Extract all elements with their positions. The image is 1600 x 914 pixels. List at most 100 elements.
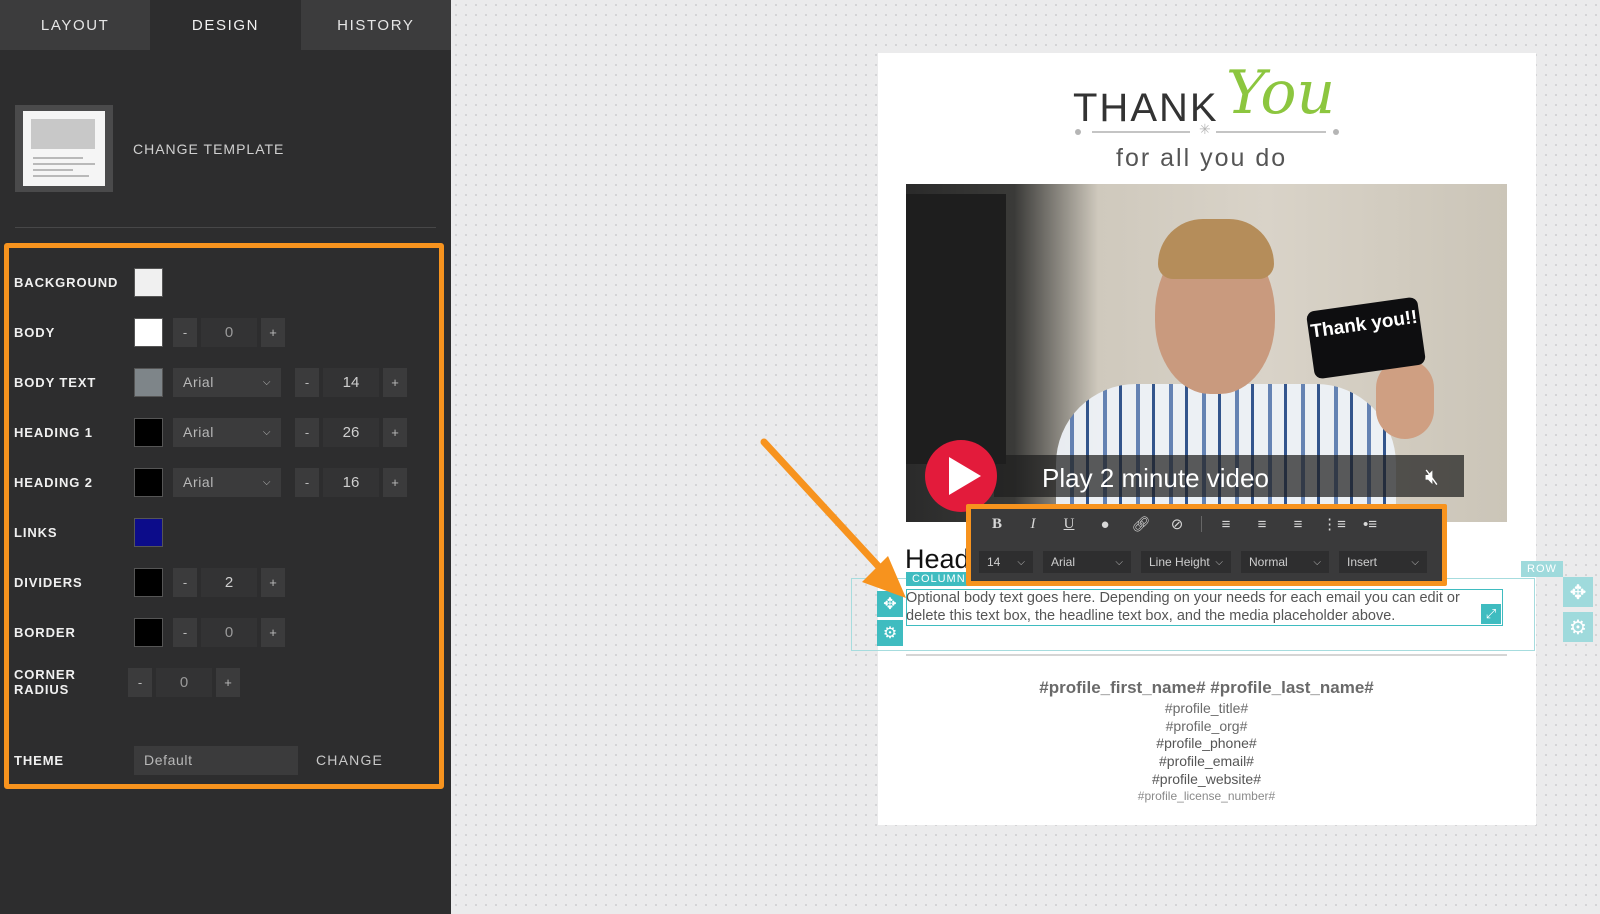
- tab-layout[interactable]: LAYOUT: [0, 0, 151, 50]
- tab-history[interactable]: HISTORY: [300, 0, 451, 50]
- heading2-font-select[interactable]: Arial ⌵: [173, 467, 281, 497]
- template-thumbnail[interactable]: [15, 105, 113, 192]
- tab-design[interactable]: DESIGN: [150, 0, 301, 50]
- italic-button[interactable]: I: [1015, 516, 1051, 533]
- person-shirt: [1056, 384, 1396, 522]
- play-button[interactable]: [925, 440, 997, 512]
- link-icon[interactable]: 🔗︎: [1123, 515, 1159, 533]
- paragraph-style-select[interactable]: Normal ⌵: [1241, 551, 1329, 573]
- body-color-swatch[interactable]: [134, 317, 163, 347]
- heading2-row: HEADING 2 Arial ⌵ - 16 +: [14, 466, 407, 498]
- body-text-font-select[interactable]: Arial ⌵: [173, 367, 281, 397]
- border-value[interactable]: 0: [201, 617, 257, 647]
- dividers-value[interactable]: 2: [201, 567, 257, 597]
- change-template-link[interactable]: CHANGE TEMPLATE: [133, 141, 284, 157]
- background-row: BACKGROUND: [14, 266, 173, 298]
- border-color-swatch[interactable]: [134, 617, 163, 647]
- theme-change-button[interactable]: CHANGE: [316, 752, 383, 768]
- muted-speaker-icon[interactable]: 🔇︎: [1425, 464, 1439, 490]
- heading2-minus-button[interactable]: -: [295, 467, 319, 497]
- row-gear-icon[interactable]: ⚙: [1563, 612, 1593, 642]
- insert-select[interactable]: Insert ⌵: [1339, 551, 1427, 573]
- align-left-icon[interactable]: ≡: [1208, 516, 1244, 533]
- dividers-color-swatch[interactable]: [134, 567, 163, 597]
- dividers-plus-button[interactable]: +: [261, 567, 285, 597]
- body-row: BODY - 0 +: [14, 316, 285, 348]
- corner-radius-value[interactable]: 0: [156, 667, 212, 697]
- unlink-icon[interactable]: ⊘: [1159, 515, 1195, 533]
- body-value[interactable]: 0: [201, 317, 257, 347]
- resize-icon[interactable]: ⤢: [1481, 604, 1501, 624]
- chevron-down-icon: ⌵: [262, 476, 271, 488]
- body-text-box[interactable]: Optional body text goes here. Depending …: [906, 590, 1502, 625]
- column-move-icon[interactable]: ✥: [877, 591, 903, 617]
- font-size-select[interactable]: 14 ⌵: [979, 551, 1033, 573]
- body-plus-button[interactable]: +: [261, 317, 285, 347]
- corner-radius-row: CORNER RADIUS - 0 +: [14, 666, 240, 698]
- underline-button[interactable]: U: [1051, 516, 1087, 533]
- video-thumbnail[interactable]: Thank you!! Play 2 minute video 🔇︎: [906, 184, 1507, 522]
- row-move-icon[interactable]: ✥: [1563, 577, 1593, 607]
- video-caption: Play 2 minute video: [1042, 463, 1269, 493]
- corner-radius-minus-button[interactable]: -: [128, 667, 152, 697]
- links-row: LINKS: [14, 516, 173, 548]
- font-family-select[interactable]: Arial ⌵: [1043, 551, 1131, 573]
- links-label: LINKS: [14, 524, 58, 540]
- heading1-color-swatch[interactable]: [134, 417, 163, 447]
- dividers-minus-button[interactable]: -: [173, 567, 197, 597]
- background-color-swatch[interactable]: [134, 267, 163, 297]
- border-stepper: - 0 +: [173, 617, 285, 647]
- body-minus-button[interactable]: -: [173, 317, 197, 347]
- heading2-color-swatch[interactable]: [134, 467, 163, 497]
- corner-radius-label: CORNER RADIUS: [14, 667, 76, 697]
- body-text-size-value[interactable]: 14: [323, 367, 379, 397]
- theme-field[interactable]: Default: [134, 745, 298, 775]
- dividers-stepper: - 2 +: [173, 567, 285, 597]
- heading2-plus-button[interactable]: +: [383, 467, 407, 497]
- heading1-minus-button[interactable]: -: [295, 417, 319, 447]
- chevron-down-icon: ⌵: [262, 426, 271, 438]
- signature-phone: #profile_phone#: [1156, 735, 1257, 751]
- theme-label: THEME: [14, 752, 64, 768]
- line-height-select[interactable]: Line Height ⌵: [1141, 551, 1231, 573]
- heading1-font-select[interactable]: Arial ⌵: [173, 417, 281, 447]
- email-divider: [906, 654, 1507, 656]
- column-tag[interactable]: COLUMN: [906, 572, 972, 586]
- insert-value: Insert: [1347, 555, 1378, 569]
- dividers-label: DIVIDERS: [14, 574, 83, 590]
- header-you-text: You: [1226, 58, 1336, 128]
- align-center-icon[interactable]: ≡: [1244, 516, 1280, 533]
- row-tag[interactable]: ROW: [1521, 561, 1563, 577]
- links-color-swatch[interactable]: [134, 517, 163, 547]
- body-text-label: BODY TEXT: [14, 374, 97, 390]
- thank-you-header-image[interactable]: THANK You ✳ for all you do: [878, 58, 1536, 176]
- heading1-label: HEADING 1: [14, 424, 93, 440]
- border-minus-button[interactable]: -: [173, 617, 197, 647]
- text-color-drop-icon[interactable]: ●: [1087, 516, 1123, 533]
- numbered-list-icon[interactable]: ⋮≡: [1316, 515, 1352, 533]
- align-right-icon[interactable]: ≡: [1280, 516, 1316, 533]
- headline-text[interactable]: Head: [905, 544, 970, 575]
- dividers-row: DIVIDERS - 2 +: [14, 566, 285, 598]
- bold-button[interactable]: B: [979, 516, 1015, 533]
- body-text-plus-button[interactable]: +: [383, 367, 407, 397]
- heading1-size-value[interactable]: 26: [323, 417, 379, 447]
- paragraph-style-value: Normal: [1249, 555, 1288, 569]
- body-stepper: - 0 +: [173, 317, 285, 347]
- corner-radius-plus-button[interactable]: +: [216, 667, 240, 697]
- border-plus-button[interactable]: +: [261, 617, 285, 647]
- body-text-color-swatch[interactable]: [134, 367, 163, 397]
- body-text-size-stepper: - 14 +: [295, 367, 407, 397]
- rich-text-toolbar: B I U ● 🔗︎ ⊘ ≡ ≡ ≡ ⋮≡ •≡ 14 ⌵ Arial ⌵ Li…: [966, 504, 1447, 586]
- heading2-size-stepper: - 16 +: [295, 467, 407, 497]
- bullet-list-icon[interactable]: •≡: [1352, 516, 1388, 533]
- person-hair: [1158, 219, 1274, 279]
- body-text-row: BODY TEXT Arial ⌵ - 14 +: [14, 366, 407, 398]
- heading1-plus-button[interactable]: +: [383, 417, 407, 447]
- heading2-size-value[interactable]: 16: [323, 467, 379, 497]
- column-gear-icon[interactable]: ⚙: [877, 620, 903, 646]
- chevron-down-icon: ⌵: [1411, 556, 1419, 568]
- body-text-minus-button[interactable]: -: [295, 367, 319, 397]
- background-tv: [906, 194, 1006, 464]
- toolbar-selects: 14 ⌵ Arial ⌵ Line Height ⌵ Normal ⌵ Inse…: [979, 551, 1437, 573]
